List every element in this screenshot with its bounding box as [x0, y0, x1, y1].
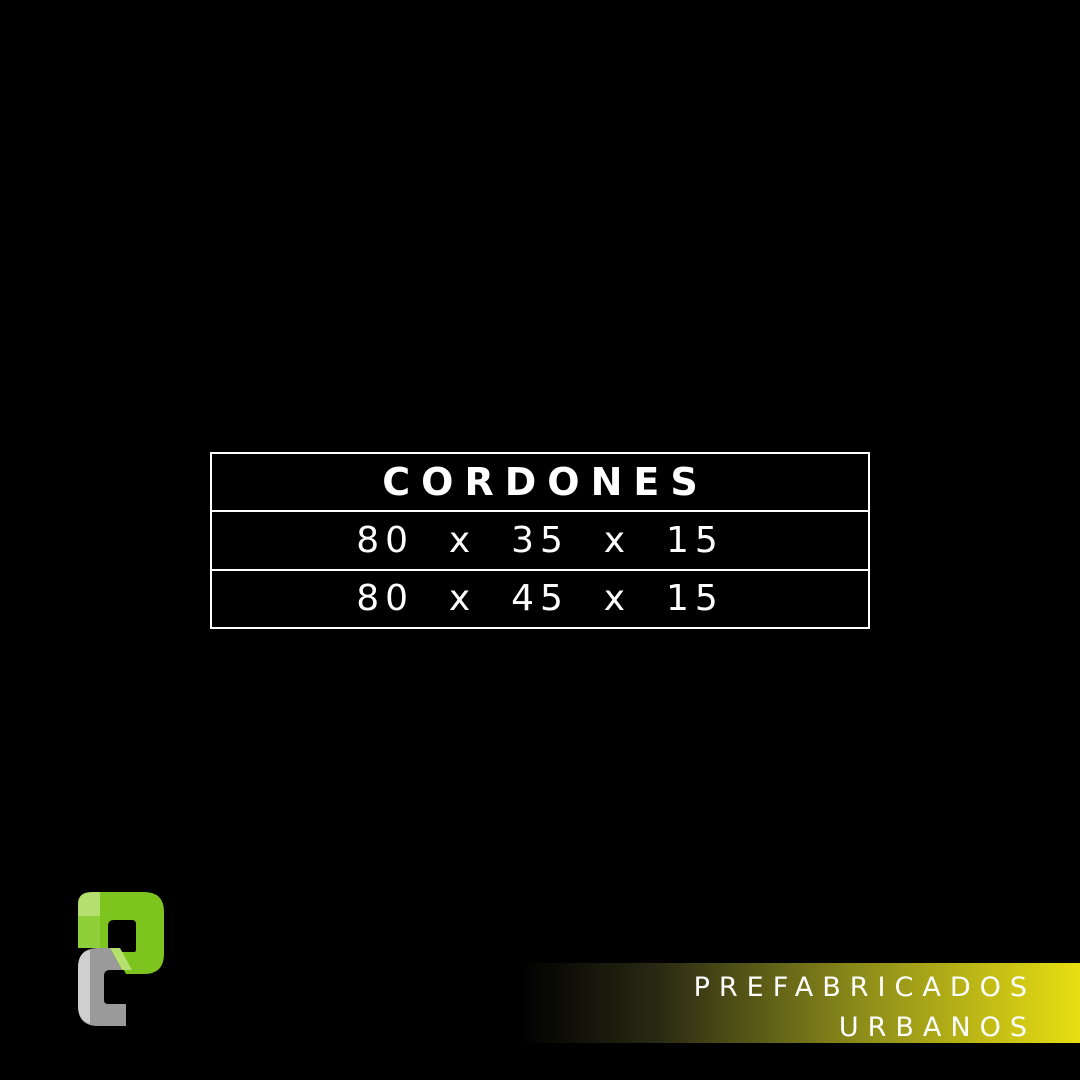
- brand-line-1: PREFABRICADOS: [693, 972, 1036, 1003]
- spec-table: CORDONES 80 x 35 x 15 80 x 45 x 15: [210, 452, 870, 629]
- pc-logo-icon: [74, 890, 166, 1028]
- table-row: 80 x 45 x 15: [212, 568, 868, 627]
- brand-line-2: URBANOS: [838, 1012, 1036, 1043]
- brand-name: PREFABRICADOS URBANOS: [694, 968, 1036, 1048]
- table-title: CORDONES: [382, 460, 709, 505]
- page: CORDONES 80 x 35 x 15 80 x 45 x 15 PREFA…: [0, 0, 1080, 1080]
- table-row: 80 x 35 x 15: [212, 510, 868, 568]
